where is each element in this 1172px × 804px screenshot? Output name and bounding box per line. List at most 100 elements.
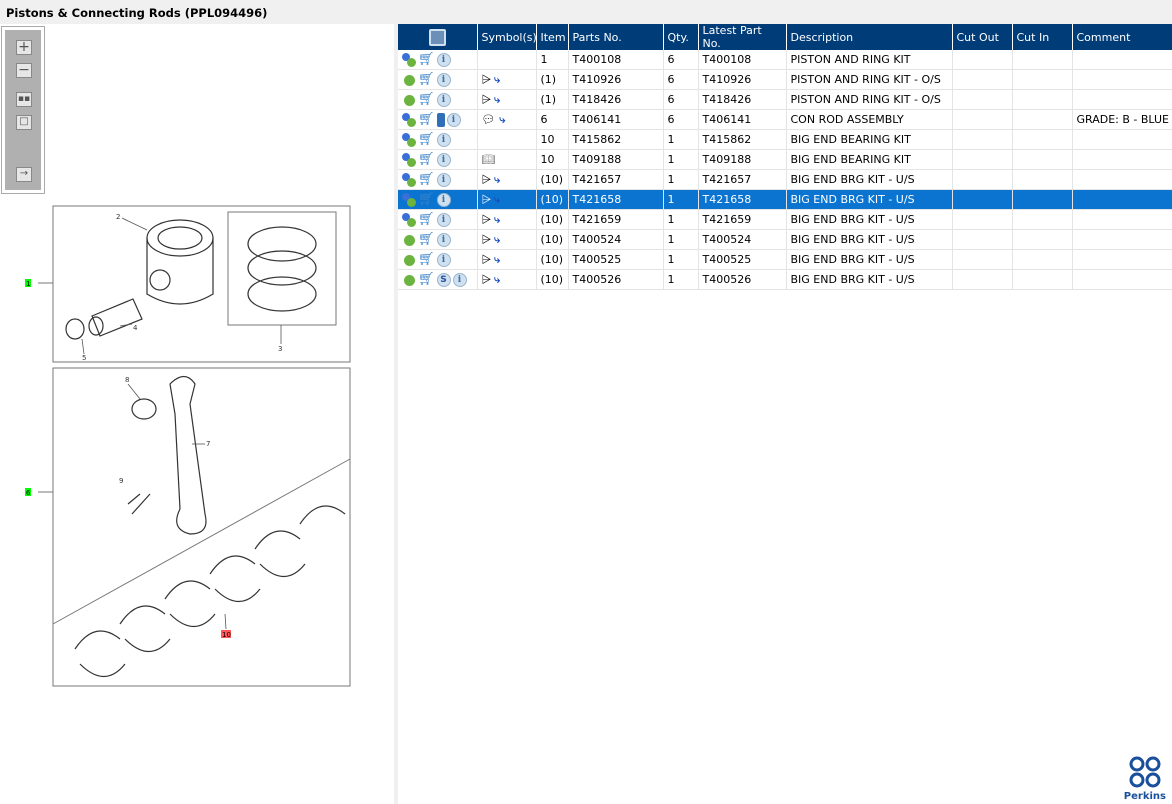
configure-gears-icon[interactable]: [402, 132, 416, 147]
superseded-arrow-icon[interactable]: ⤷: [490, 93, 500, 106]
add-to-cart-icon[interactable]: 🛒︎: [418, 212, 435, 227]
service-icon[interactable]: S: [436, 272, 451, 287]
search-catalog-icon[interactable]: [428, 28, 446, 46]
superseded-arrow-icon[interactable]: ⤷: [490, 213, 500, 226]
table-row[interactable]: 🛒︎ i ⩥ ⤷ (10) T400524 1 T400524 BIG END BRG KIT…: [398, 229, 1172, 250]
table-row[interactable]: 🛒︎ i ⩥ ⤷ (1) T410926 6 T410926 PISTON AND RING …: [398, 69, 1172, 90]
info-icon[interactable]: i: [452, 272, 467, 287]
superseded-arrow-icon[interactable]: ⤷: [490, 253, 500, 266]
table-row[interactable]: 🛒︎ i ⩥ ⤷ (10) T421659 1 T421659 BIG END BRG KIT…: [398, 209, 1172, 230]
hotspot-1[interactable]: 1: [26, 280, 30, 288]
configure-gear-icon[interactable]: [402, 253, 416, 267]
configure-gear-icon[interactable]: [402, 73, 416, 87]
add-to-cart-icon[interactable]: 🛒︎: [418, 272, 435, 287]
info-icon[interactable]: i: [436, 132, 451, 147]
table-row[interactable]: 🛒︎ i 📖︎ 10 T409188 1 T409188 BIG END BEARING KI…: [398, 149, 1172, 170]
column-header[interactable]: Parts No.: [568, 24, 664, 50]
manual-icon[interactable]: 📖︎: [482, 153, 496, 166]
column-header[interactable]: Item: [536, 24, 569, 50]
info-icon[interactable]: i: [436, 52, 451, 67]
column-header[interactable]: Qty.: [663, 24, 699, 50]
configure-gear-icon[interactable]: [402, 93, 416, 107]
info-icon[interactable]: i: [436, 192, 451, 207]
alternative-part-icon[interactable]: ⩥: [482, 72, 492, 86]
add-to-cart-icon[interactable]: 🛒︎: [418, 252, 435, 267]
table-row[interactable]: 🛒︎ i 10 T415862 1 T415862 BIG END BEARING KIT: [398, 129, 1172, 150]
configure-gears-icon[interactable]: [402, 52, 416, 67]
superseded-arrow-icon[interactable]: ⤷: [490, 73, 500, 86]
info-icon[interactable]: i: [436, 172, 451, 187]
row-actions: 🛒︎ i: [398, 149, 478, 170]
configure-gear-icon[interactable]: [402, 273, 416, 287]
info-icon[interactable]: i: [446, 112, 461, 127]
cell-part: T415862: [568, 129, 664, 150]
column-header-search[interactable]: [398, 24, 478, 50]
hotspot-6[interactable]: 6: [26, 489, 31, 497]
table-row[interactable]: 🛒︎ i 💬︎ ⤷ 6 T406141 6 T406141 CON ROD ASSEMBLY G…: [398, 109, 1172, 130]
callout-2[interactable]: 2: [116, 213, 120, 221]
table-row[interactable]: 🛒︎ i ⩥ ⤷ (10) T421657 1 T421657 BIG END BRG KIT…: [398, 169, 1172, 190]
cell-item: (1): [536, 69, 569, 90]
configure-gears-icon[interactable]: [402, 172, 416, 187]
table-row[interactable]: 🛒︎ i 1 T400108 6 T400108 PISTON AND RING KIT: [398, 50, 1172, 70]
configure-gears-icon[interactable]: [402, 192, 416, 207]
callout-7[interactable]: 7: [206, 440, 210, 448]
add-to-cart-icon[interactable]: 🛒︎: [418, 72, 435, 87]
info-icon[interactable]: i: [436, 92, 451, 107]
configure-gears-icon[interactable]: [402, 152, 416, 167]
configure-gears-icon[interactable]: [402, 112, 416, 127]
info-icon[interactable]: i: [436, 72, 451, 87]
column-header[interactable]: Cut In: [1012, 24, 1073, 50]
row-symbols: [477, 129, 537, 150]
alternative-part-icon[interactable]: ⩥: [482, 232, 492, 246]
info-icon[interactable]: i: [436, 152, 451, 167]
superseded-arrow-icon[interactable]: ⤷: [490, 193, 500, 206]
table-row[interactable]: 🛒︎ i ⩥ ⤷ (10) T421658 1 T421658 BIG END BRG KIT…: [398, 189, 1172, 210]
row-symbols: ⩥ ⤷: [477, 269, 537, 290]
alternative-part-icon[interactable]: ⩥: [482, 172, 492, 186]
alternative-part-icon[interactable]: ⩥: [482, 252, 492, 266]
add-to-cart-icon[interactable]: 🛒︎: [418, 52, 435, 67]
superseded-arrow-icon[interactable]: ⤷: [490, 173, 500, 186]
callout-8[interactable]: 8: [125, 376, 129, 384]
superseded-arrow-icon[interactable]: ⤷: [490, 233, 500, 246]
callout-3[interactable]: 3: [278, 345, 282, 353]
table-row[interactable]: 🛒︎ i ⩥ ⤷ (10) T400525 1 T400525 BIG END BRG KIT…: [398, 249, 1172, 270]
add-to-cart-icon[interactable]: 🛒︎: [418, 172, 435, 187]
callout-9[interactable]: 9: [119, 477, 123, 485]
cell-cutin: [1012, 129, 1073, 150]
note-icon[interactable]: 💬︎: [482, 113, 496, 126]
superseded-arrow-icon[interactable]: ⤷: [495, 113, 505, 126]
info-icon[interactable]: i: [436, 232, 451, 247]
callout-5[interactable]: 5: [82, 354, 86, 362]
hotspot-10[interactable]: 10: [222, 631, 231, 639]
add-to-cart-icon[interactable]: 🛒︎: [418, 132, 435, 147]
table-row[interactable]: 🛒︎ i ⩥ ⤷ (1) T418426 6 T418426 PISTON AND RING …: [398, 89, 1172, 110]
column-header[interactable]: Symbol(s): [477, 24, 537, 50]
cell-cutout: [952, 169, 1013, 190]
info-icon[interactable]: i: [436, 212, 451, 227]
configure-gears-icon[interactable]: [402, 212, 416, 227]
column-header[interactable]: Comment: [1072, 24, 1172, 50]
column-header[interactable]: Description: [786, 24, 953, 50]
table-row[interactable]: 🛒︎ Si ⩥ ⤷ (10) T400526 1 T400526 BIG END BRG KI…: [398, 269, 1172, 290]
add-to-cart-icon[interactable]: 🛒︎: [418, 92, 435, 107]
alternative-part-icon[interactable]: ⩥: [482, 212, 492, 226]
column-header[interactable]: Cut Out: [952, 24, 1013, 50]
add-to-cart-icon[interactable]: 🛒︎: [418, 112, 435, 127]
alternative-part-icon[interactable]: ⩥: [482, 272, 492, 286]
add-to-cart-icon[interactable]: 🛒︎: [418, 192, 435, 207]
callout-4[interactable]: 4: [133, 324, 138, 332]
superseded-arrow-icon[interactable]: ⤷: [490, 273, 500, 286]
add-to-cart-icon[interactable]: 🛒︎: [418, 152, 435, 167]
configure-gear-icon[interactable]: [402, 233, 416, 247]
info-icon[interactable]: i: [436, 252, 451, 267]
column-header[interactable]: Latest Part No.: [698, 24, 787, 50]
alternative-part-icon[interactable]: ⩥: [482, 192, 492, 206]
document-icon[interactable]: [436, 112, 445, 127]
alternative-part-icon[interactable]: ⩥: [482, 92, 492, 106]
diagram-pane[interactable]: + − ▪▪ □ → 2 3 4 5 7 8 9 1 6 10: [0, 24, 394, 804]
cell-cutin: [1012, 89, 1073, 110]
cell-part: T421659: [568, 209, 664, 230]
add-to-cart-icon[interactable]: 🛒︎: [418, 232, 435, 247]
